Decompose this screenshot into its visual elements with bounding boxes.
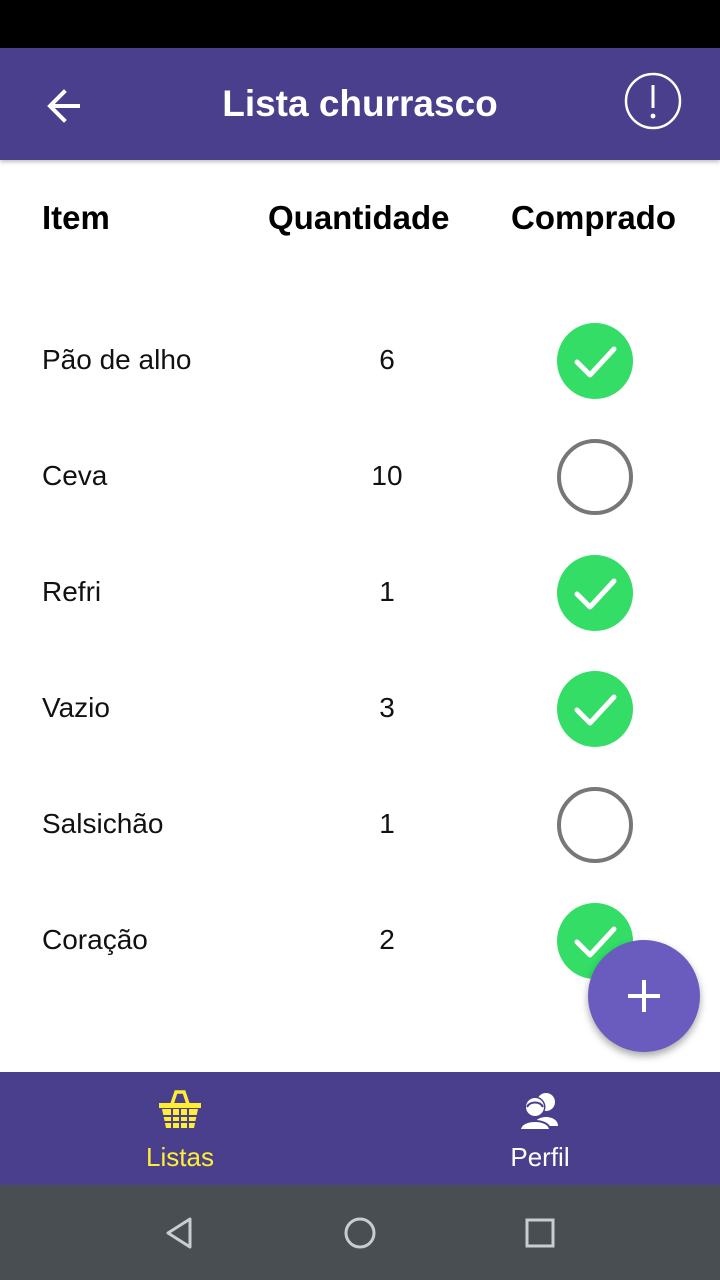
- item-quantity: 3: [379, 692, 395, 723]
- nav-label-perfil: Perfil: [510, 1142, 570, 1172]
- bought-checkbox[interactable]: [557, 787, 633, 863]
- page-title: Lista churrasco: [222, 83, 498, 124]
- item-quantity: 1: [379, 576, 395, 607]
- bought-checkbox[interactable]: [557, 671, 633, 747]
- table-row: Salsichão 1: [0, 766, 720, 882]
- recents-square-icon[interactable]: [520, 1213, 560, 1253]
- item-name: Ceva: [42, 460, 108, 491]
- check-icon: [574, 694, 617, 726]
- item-name: Coração: [42, 924, 148, 955]
- item-quantity: 2: [379, 924, 395, 955]
- item-name: Vazio: [42, 692, 110, 723]
- home-circle-icon[interactable]: [340, 1213, 380, 1253]
- table-row: Pão de alho 6: [0, 302, 720, 418]
- table-row: Refri 1: [0, 534, 720, 650]
- info-button[interactable]: [624, 72, 682, 130]
- bought-checkbox[interactable]: [557, 555, 633, 631]
- item-quantity: 6: [379, 344, 395, 375]
- nav-label-listas: Listas: [146, 1142, 214, 1172]
- profile-icon: [518, 1093, 558, 1131]
- nav-item-perfil[interactable]: Perfil: [360, 1072, 720, 1185]
- bottom-nav: Listas Perfil: [0, 1072, 720, 1185]
- item-quantity: 10: [371, 460, 403, 491]
- app-bar: Lista churrasco: [0, 48, 720, 160]
- add-item-button[interactable]: [588, 940, 700, 1052]
- back-triangle-icon[interactable]: [160, 1213, 200, 1253]
- item-name: Refri: [42, 576, 102, 607]
- table-header: Item Quantidade Comprado: [0, 196, 720, 246]
- plus-icon: [628, 980, 660, 1012]
- nav-item-listas[interactable]: Listas: [0, 1072, 360, 1185]
- item-name: Pão de alho: [42, 344, 192, 375]
- check-icon: [574, 578, 617, 610]
- bought-checkbox[interactable]: [557, 439, 633, 515]
- status-bar: [0, 0, 720, 48]
- check-icon: [574, 346, 617, 378]
- header-item: Item: [42, 199, 110, 236]
- exclamation-circle-icon: [624, 72, 682, 130]
- table-row: Vazio 3: [0, 650, 720, 766]
- table-row: Ceva 10: [0, 418, 720, 534]
- basket-icon: [159, 1090, 201, 1128]
- item-name: Salsichão: [42, 808, 164, 839]
- header-quantity: Quantidade: [268, 199, 450, 236]
- header-bought: Comprado: [511, 199, 676, 236]
- bought-checkbox[interactable]: [557, 323, 633, 399]
- system-navigation-bar: [0, 1185, 720, 1280]
- item-quantity: 1: [379, 808, 395, 839]
